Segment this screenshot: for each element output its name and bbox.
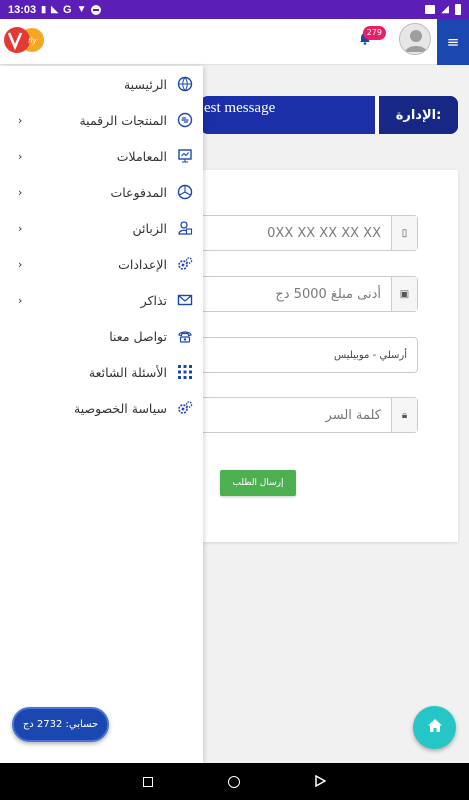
svg-text:fly: fly bbox=[28, 37, 38, 45]
drawer-item-label: المعاملات bbox=[116, 148, 167, 164]
drawer-item-label: المنتجات الرقمية bbox=[79, 112, 167, 128]
drawer-item-settings[interactable]: › الإعدادات bbox=[0, 246, 203, 282]
chevron-right-icon: › bbox=[18, 293, 23, 307]
drawer-item-label: تذاكر bbox=[140, 292, 167, 308]
phone-icon bbox=[176, 327, 194, 345]
dnd-icon bbox=[91, 4, 102, 15]
drawer-item-contact-us[interactable]: تواصل معنا bbox=[0, 318, 203, 354]
digital-products-icon bbox=[176, 111, 194, 129]
mobile-icon: ▯ bbox=[391, 216, 417, 250]
network-type: G bbox=[63, 3, 72, 16]
password-field[interactable]: كلمة السر 🔒︎ bbox=[200, 397, 418, 433]
chevron-right-icon: › bbox=[18, 257, 23, 271]
amount-field[interactable]: أدنى مبلغ 5000 دج ▣ bbox=[200, 276, 418, 312]
settings-icon bbox=[176, 255, 194, 273]
app-logo[interactable]: fly bbox=[3, 25, 47, 55]
announcement-message: est message bbox=[204, 100, 276, 116]
chevron-right-icon: › bbox=[18, 149, 23, 163]
drawer-item-label: الرئيسية bbox=[123, 76, 167, 92]
avatar[interactable] bbox=[399, 23, 431, 55]
chevron-right-icon: › bbox=[18, 113, 23, 127]
drawer-item-label: تواصل معنا bbox=[109, 328, 167, 344]
globe-icon bbox=[176, 75, 194, 93]
money-icon: ▣ bbox=[391, 277, 417, 311]
battery-icon bbox=[455, 4, 461, 15]
image-icon bbox=[425, 5, 436, 14]
drawer-item-home[interactable]: الرئيسية bbox=[0, 66, 203, 102]
notification-badge: 279 bbox=[362, 26, 386, 40]
drawer-item-label: الأسئلة الشائعة bbox=[88, 364, 167, 380]
drawer-item-privacy-policy[interactable]: سياسة الخصوصية bbox=[0, 390, 203, 426]
back-triangle-icon[interactable] bbox=[315, 772, 327, 791]
transactions-icon bbox=[176, 147, 194, 165]
drawer-item-label: الزبائن bbox=[132, 220, 167, 236]
amount-input[interactable]: أدنى مبلغ 5000 دج bbox=[201, 287, 391, 302]
operator-value[interactable]: أرسلي - موبيليس bbox=[201, 350, 417, 361]
customers-icon bbox=[176, 219, 194, 237]
password-input[interactable]: كلمة السر bbox=[201, 408, 391, 423]
envelope-icon bbox=[176, 291, 194, 309]
announcement-bar: est message الإدارة: bbox=[200, 96, 458, 134]
home-circle-icon[interactable] bbox=[228, 775, 240, 788]
phone-field[interactable]: 0XX XX XX XX XX ▯ bbox=[200, 215, 418, 251]
drawer-item-label: الإعدادات bbox=[118, 256, 167, 272]
operator-select[interactable]: أرسلي - موبيليس bbox=[200, 337, 418, 373]
submit-request-button[interactable]: إرسال الطلب bbox=[220, 470, 296, 496]
drawer-item-payments[interactable]: › المدفوعات bbox=[0, 174, 203, 210]
privacy-icon bbox=[176, 399, 194, 417]
status-bar: 13:03 ▮ ◣ G ▼ ◢ bbox=[0, 0, 469, 19]
request-form-card: 0XX XX XX XX XX ▯ أدنى مبلغ 5000 دج ▣ أر… bbox=[200, 170, 458, 542]
signal-icon: ◣ bbox=[51, 4, 59, 14]
recents-icon[interactable] bbox=[143, 776, 153, 787]
drawer-item-customers[interactable]: › الزبائن bbox=[0, 210, 203, 246]
drawer-item-transactions[interactable]: › المعاملات bbox=[0, 138, 203, 174]
payments-icon bbox=[176, 183, 194, 201]
drawer-item-label: سياسة الخصوصية bbox=[74, 400, 167, 416]
hamburger-icon: ≡ bbox=[446, 33, 460, 51]
drawer-item-label: المدفوعات bbox=[110, 184, 167, 200]
drawer-item-digital-products[interactable]: › المنتجات الرقمية bbox=[0, 102, 203, 138]
home-fab-button[interactable] bbox=[413, 706, 456, 749]
chevron-right-icon: › bbox=[18, 185, 23, 199]
app-header: fly 279 ≡ bbox=[0, 19, 469, 65]
phone-input[interactable]: 0XX XX XX XX XX bbox=[201, 226, 391, 241]
status-time: 13:03 bbox=[8, 3, 37, 16]
navigation-drawer: الرئيسية › المنتجات الرقمية › المعاملات … bbox=[0, 66, 203, 763]
system-navigation-bar bbox=[0, 763, 469, 800]
grid-icon bbox=[176, 363, 194, 381]
lock-icon: 🔒︎ bbox=[391, 398, 417, 432]
signal-strength-icon: ◢ bbox=[441, 4, 449, 15]
sim-icon: ▮ bbox=[41, 4, 47, 14]
balance-button[interactable]: حسابي: 2732 دج bbox=[12, 707, 109, 742]
announcement-label: الإدارة: bbox=[375, 96, 458, 134]
chevron-right-icon: › bbox=[18, 221, 23, 235]
menu-button[interactable]: ≡ bbox=[437, 19, 469, 65]
drawer-item-tickets[interactable]: › تذاكر bbox=[0, 282, 203, 318]
home-icon bbox=[427, 718, 443, 737]
wifi-icon: ▼ bbox=[76, 4, 87, 15]
drawer-item-faq[interactable]: الأسئلة الشائعة bbox=[0, 354, 203, 390]
